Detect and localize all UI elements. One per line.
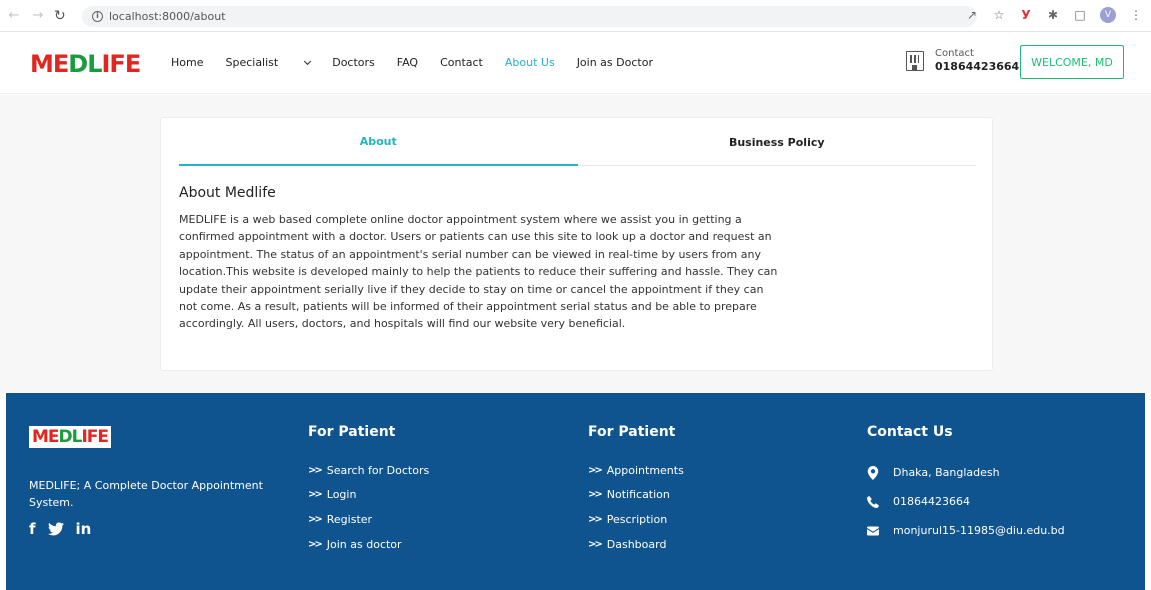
- footer-link-register[interactable]: >> Register: [308, 507, 429, 532]
- double-chevron-icon: >>: [308, 538, 323, 550]
- share-icon[interactable]: ↗: [965, 8, 979, 22]
- welcome-button[interactable]: WELCOME, MD: [1020, 45, 1124, 79]
- footer-col-patient-2: For Patient >> Appointments >> Notificatio…: [588, 424, 684, 556]
- footer-col2-title: For Patient: [588, 424, 676, 440]
- double-chevron-icon: >>: [308, 489, 323, 501]
- about-text: MEDLIFE is a web based complete online d…: [179, 213, 778, 331]
- footer-contact-us: Contact Us Dhaka, Bangladesh 01864423664…: [867, 424, 1065, 545]
- nav-home[interactable]: Home: [171, 56, 203, 69]
- footer-link-prescription[interactable]: >> Pescription: [588, 507, 684, 532]
- double-chevron-icon: >>: [588, 513, 603, 525]
- url-text[interactable]: localhost:8000/about: [109, 10, 226, 23]
- social-links: f in: [29, 520, 91, 538]
- site-info-icon[interactable]: i: [92, 11, 103, 22]
- tab-bar: About Business Policy: [179, 118, 976, 166]
- back-arrow-icon[interactable]: ←: [4, 8, 24, 23]
- puzzle-extensions-icon[interactable]: ✱: [1046, 8, 1060, 22]
- facebook-icon[interactable]: f: [29, 520, 36, 538]
- browser-toolbar: ← → ↻ i localhost:8000/about ↗ ☆ У ✱ □ V…: [0, 0, 1151, 32]
- footer-phone[interactable]: 01864423664: [867, 487, 1065, 516]
- double-chevron-icon: >>: [588, 489, 603, 501]
- footer-link-notification[interactable]: >> Notification: [588, 483, 684, 508]
- side-panel-icon[interactable]: □: [1073, 8, 1087, 22]
- reload-icon[interactable]: ↻: [54, 8, 66, 24]
- more-menu-icon[interactable]: ⋮: [1129, 8, 1143, 22]
- double-chevron-icon: >>: [308, 513, 323, 525]
- footer-link-login[interactable]: >> Login: [308, 483, 429, 508]
- footer-col-patient-1: For Patient >> Search for Doctors >> Login…: [308, 424, 429, 556]
- phone-icon: [867, 495, 879, 508]
- footer-link-dashboard[interactable]: >> Dashboard: [588, 532, 684, 557]
- footer-link-search-doctors[interactable]: >> Search for Doctors: [308, 458, 429, 483]
- location-pin-icon: [867, 465, 879, 480]
- site-header: MEDLIFE Home Specialist Doctors FAQ Cont…: [0, 32, 1151, 94]
- contact-number: 01864423664: [935, 60, 1020, 73]
- chevron-down-icon: [304, 57, 312, 66]
- nav-contact[interactable]: Contact: [440, 56, 483, 69]
- about-card: About Business Policy About Medlife MEDL…: [160, 117, 993, 371]
- profile-avatar[interactable]: V: [1100, 7, 1116, 23]
- footer-link-join-doctor[interactable]: >> Join as doctor: [308, 532, 429, 557]
- footer-contact-title: Contact Us: [867, 424, 953, 440]
- header-contact: Contact 01864423664: [906, 48, 1019, 74]
- footer-address: Dhaka, Bangladesh: [867, 458, 1065, 487]
- envelope-icon: [867, 526, 879, 535]
- site-footer: MEDLIFE MEDLIFE; A Complete Doctor Appoi…: [6, 393, 1145, 590]
- double-chevron-icon: >>: [588, 464, 603, 476]
- footer-link-appointments[interactable]: >> Appointments: [588, 458, 684, 483]
- tab-about[interactable]: About: [179, 118, 578, 166]
- extension-icon[interactable]: У: [1019, 8, 1033, 22]
- bookmark-star-icon[interactable]: ☆: [992, 8, 1006, 22]
- linkedin-icon[interactable]: in: [76, 520, 92, 538]
- double-chevron-icon: >>: [308, 464, 323, 476]
- nav-specialist[interactable]: Specialist: [225, 56, 312, 69]
- medlife-logo[interactable]: MEDLIFE: [30, 52, 141, 76]
- nav-about-us[interactable]: About Us: [505, 56, 555, 69]
- address-bar[interactable]: i localhost:8000/about: [82, 6, 977, 27]
- nav-join-as-doctor[interactable]: Join as Doctor: [577, 56, 653, 69]
- browser-actions: ↗ ☆ У ✱ □ V ⋮: [965, 7, 1143, 23]
- building-icon: [906, 51, 924, 71]
- contact-label: Contact: [935, 48, 974, 59]
- footer-email[interactable]: monjurul15-11985@diu.edu.bd: [867, 516, 1065, 545]
- about-title: About Medlife: [179, 185, 276, 201]
- twitter-icon[interactable]: [47, 522, 64, 536]
- main-nav: Home Specialist Doctors FAQ Contact Abou…: [171, 56, 675, 69]
- footer-col1-title: For Patient: [308, 424, 396, 440]
- main-content: About Business Policy About Medlife MEDL…: [0, 95, 1151, 393]
- tab-business-policy[interactable]: Business Policy: [578, 118, 977, 166]
- footer-tagline: MEDLIFE; A Complete Doctor Appointment S…: [29, 479, 263, 509]
- forward-arrow-icon[interactable]: →: [28, 8, 48, 23]
- footer-logo[interactable]: MEDLIFE: [29, 426, 112, 448]
- double-chevron-icon: >>: [588, 538, 603, 550]
- nav-doctors[interactable]: Doctors: [332, 56, 375, 69]
- nav-faq[interactable]: FAQ: [397, 56, 418, 69]
